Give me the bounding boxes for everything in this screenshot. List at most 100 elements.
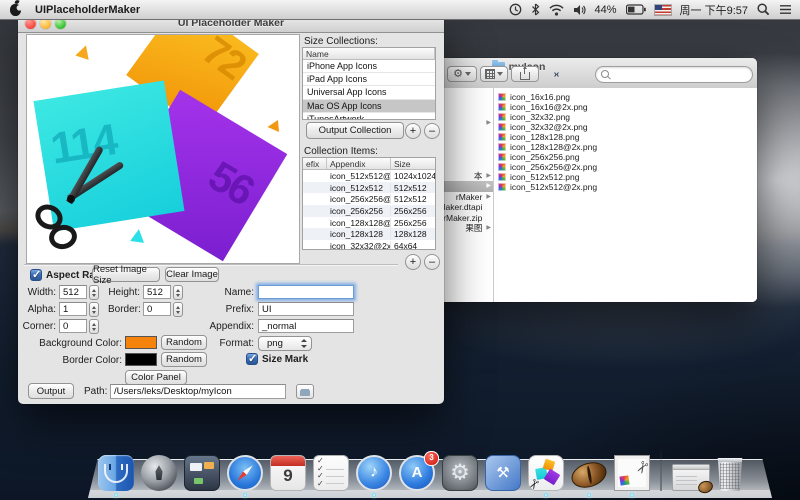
dock-item-mission-control[interactable]: [184, 455, 220, 491]
collection-item-row[interactable]: icon_512x512@2x 1024x1024: [303, 170, 435, 182]
finder-file-row[interactable]: icon_16x16@2x.png: [493, 102, 610, 112]
finder-file-row[interactable]: icon_256x256@2x.png: [493, 162, 610, 172]
aspect-ratio-checkbox[interactable]: [30, 269, 42, 281]
collection-item-row[interactable]: icon_128x128 128x128: [303, 228, 435, 240]
dock-item-system-preferences[interactable]: ⚙: [442, 455, 478, 491]
disclosure-triangle-icon[interactable]: ▶: [486, 194, 491, 200]
dock-item-photo-scissors-app[interactable]: ✂: [614, 455, 650, 491]
corner-field[interactable]: 0: [59, 319, 87, 333]
dock-item-trash[interactable]: [717, 458, 743, 491]
remove-item-button[interactable]: –: [424, 254, 440, 270]
width-stepper[interactable]: [89, 285, 99, 300]
collection-item-row[interactable]: icon_32x32@2x 64x64: [303, 240, 435, 250]
size-collection-row[interactable]: Mac OS App Icons: [303, 100, 435, 113]
color-panel-button[interactable]: Color Panel: [125, 370, 187, 385]
random-background-button[interactable]: Random: [161, 335, 207, 350]
collection-item-row[interactable]: icon_256x256 256x256: [303, 205, 435, 217]
format-popup[interactable]: png: [258, 336, 312, 351]
toolbar-app-button[interactable]: ›‹: [546, 66, 566, 82]
input-language-flag-icon[interactable]: [655, 5, 671, 15]
finder-file-row[interactable]: icon_512x512.png: [493, 172, 610, 182]
reset-image-size-button[interactable]: Reset Image Size: [92, 267, 160, 282]
size-collection-row[interactable]: Universal App Icons: [303, 86, 435, 99]
name-field[interactable]: [258, 285, 354, 299]
appendix-field[interactable]: _normal: [258, 319, 354, 333]
background-color-swatch[interactable]: [125, 336, 157, 349]
height-stepper[interactable]: [173, 285, 183, 300]
collection-item-row[interactable]: icon_512x512 512x512: [303, 182, 435, 194]
disclosure-triangle-icon[interactable]: ▶: [486, 173, 491, 179]
dock-item-xcode[interactable]: ⚒: [485, 455, 521, 491]
running-indicator: [544, 493, 548, 497]
disclosure-triangle-icon[interactable]: ▶: [486, 183, 491, 189]
corner-stepper[interactable]: [89, 319, 99, 334]
finder-file-row[interactable]: icon_256x256.png: [493, 152, 610, 162]
size-mark-checkbox[interactable]: [246, 353, 258, 365]
collection-item-row[interactable]: icon_256x256@2x 512x512: [303, 193, 435, 205]
height-field[interactable]: 512: [143, 285, 171, 299]
border-label: Border:: [108, 304, 140, 315]
action-menu-button[interactable]: ⚙: [447, 66, 477, 82]
menu-clock[interactable]: 周一 下午9:57: [680, 2, 748, 18]
size-collection-row[interactable]: iPad App Icons: [303, 73, 435, 86]
alpha-field[interactable]: 1: [59, 302, 87, 316]
finder-file-row[interactable]: icon_32x32@2x.png: [493, 122, 610, 132]
add-collection-button[interactable]: +: [405, 123, 421, 139]
choose-folder-button[interactable]: [296, 384, 314, 399]
clear-image-button[interactable]: Clear Image: [165, 267, 219, 282]
disclosure-triangle-icon[interactable]: ▶: [486, 225, 491, 231]
finder-file-row[interactable]: icon_128x128.png: [493, 132, 610, 142]
bluetooth-icon[interactable]: [531, 3, 540, 16]
width-field[interactable]: 512: [59, 285, 87, 299]
spotlight-icon[interactable]: [757, 3, 770, 16]
border-field[interactable]: 0: [143, 302, 171, 316]
path-field[interactable]: /Users/leks/Desktop/myIcon: [110, 384, 286, 399]
volume-icon[interactable]: [573, 4, 586, 16]
add-item-button[interactable]: +: [405, 254, 421, 270]
dock-item-calendar[interactable]: 9: [270, 455, 306, 491]
remove-collection-button[interactable]: –: [424, 123, 440, 139]
random-border-button[interactable]: Random: [161, 352, 207, 367]
dock-item-reminders[interactable]: ✓✓✓✓: [313, 455, 349, 491]
finder-file-row[interactable]: icon_32x32.png: [493, 112, 610, 122]
dock-item-finder[interactable]: [98, 455, 134, 491]
finder-file-row[interactable]: icon_512x512@2x.png: [493, 182, 610, 192]
dock-item-uiplaceholdermaker[interactable]: ✂: [528, 455, 564, 491]
dock-item-launchpad[interactable]: [141, 455, 177, 491]
file-thumbnail-icon: [498, 123, 506, 131]
battery-icon[interactable]: [626, 4, 646, 15]
finder-file-row[interactable]: icon_16x16.png: [493, 92, 610, 102]
gear-icon: ⚙: [443, 459, 477, 485]
wifi-icon[interactable]: [549, 4, 564, 16]
search-field[interactable]: [595, 66, 753, 83]
collection-item-row[interactable]: icon_128x128@2x 256x256: [303, 217, 435, 229]
prefix-field[interactable]: UI: [258, 302, 354, 316]
border-stepper[interactable]: [173, 302, 183, 317]
view-options-button[interactable]: [480, 66, 508, 82]
image-preview[interactable]: 72 56 114: [26, 34, 300, 264]
size-collections-header[interactable]: Name: [303, 48, 435, 60]
launchpad-icon: [141, 455, 177, 491]
finder-file-row[interactable]: icon_128x128@2x.png: [493, 142, 610, 152]
divider: [24, 264, 398, 265]
output-button[interactable]: Output: [28, 383, 74, 399]
dock-item-bean-app[interactable]: [571, 455, 607, 491]
dock-item-minimized-window[interactable]: [672, 464, 710, 491]
desktop[interactable]: myIcon ⚙ ›‹ ▶ ▶ ▶ ▶ ▶ 本 ▶ ▶: [0, 0, 800, 500]
share-button[interactable]: [511, 66, 539, 82]
alpha-stepper[interactable]: [89, 302, 99, 317]
size-collection-row[interactable]: iPhone App Icons: [303, 60, 435, 73]
size-collection-row[interactable]: iTunesArtwork: [303, 113, 435, 120]
disclosure-triangle-icon[interactable]: ▶: [486, 120, 491, 126]
dock-item-app-store[interactable]: A 3: [399, 455, 435, 491]
dock-item-itunes[interactable]: ♪: [356, 455, 392, 491]
notification-center-icon[interactable]: [779, 4, 792, 15]
dock-item-safari[interactable]: [227, 455, 263, 491]
time-machine-icon[interactable]: [509, 3, 522, 16]
apple-menu-icon[interactable]: [10, 4, 21, 16]
app-window[interactable]: UI Placeholder Maker 72 56 114 Size Coll…: [18, 14, 444, 404]
border-color-swatch[interactable]: [125, 353, 157, 366]
output-collection-button[interactable]: Output Collection: [306, 122, 404, 139]
collection-items-header[interactable]: efix Appendix Size: [303, 158, 435, 170]
menu-app-name[interactable]: UIPlaceholderMaker: [35, 4, 140, 16]
